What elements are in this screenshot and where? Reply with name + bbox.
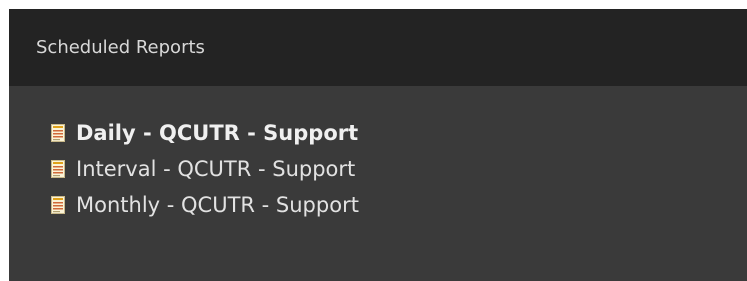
report-item-interval[interactable]: Interval - QCUTR - Support bbox=[51, 151, 359, 187]
report-item-monthly[interactable]: Monthly - QCUTR - Support bbox=[51, 187, 359, 223]
report-item-daily[interactable]: Daily - QCUTR - Support bbox=[51, 115, 359, 151]
report-item-label: Interval - QCUTR - Support bbox=[76, 157, 356, 181]
panel-header: Scheduled Reports bbox=[9, 9, 747, 86]
report-item-label: Daily - QCUTR - Support bbox=[76, 121, 359, 145]
report-document-icon bbox=[51, 196, 65, 214]
report-list: Daily - QCUTR - Support Interval - QCUTR… bbox=[51, 115, 359, 223]
report-document-icon bbox=[51, 160, 65, 178]
scheduled-reports-panel: Scheduled Reports Daily - QCUTR - Suppor… bbox=[9, 9, 747, 281]
panel-title: Scheduled Reports bbox=[36, 37, 205, 58]
report-document-icon bbox=[51, 124, 65, 142]
report-item-label: Monthly - QCUTR - Support bbox=[76, 193, 359, 217]
